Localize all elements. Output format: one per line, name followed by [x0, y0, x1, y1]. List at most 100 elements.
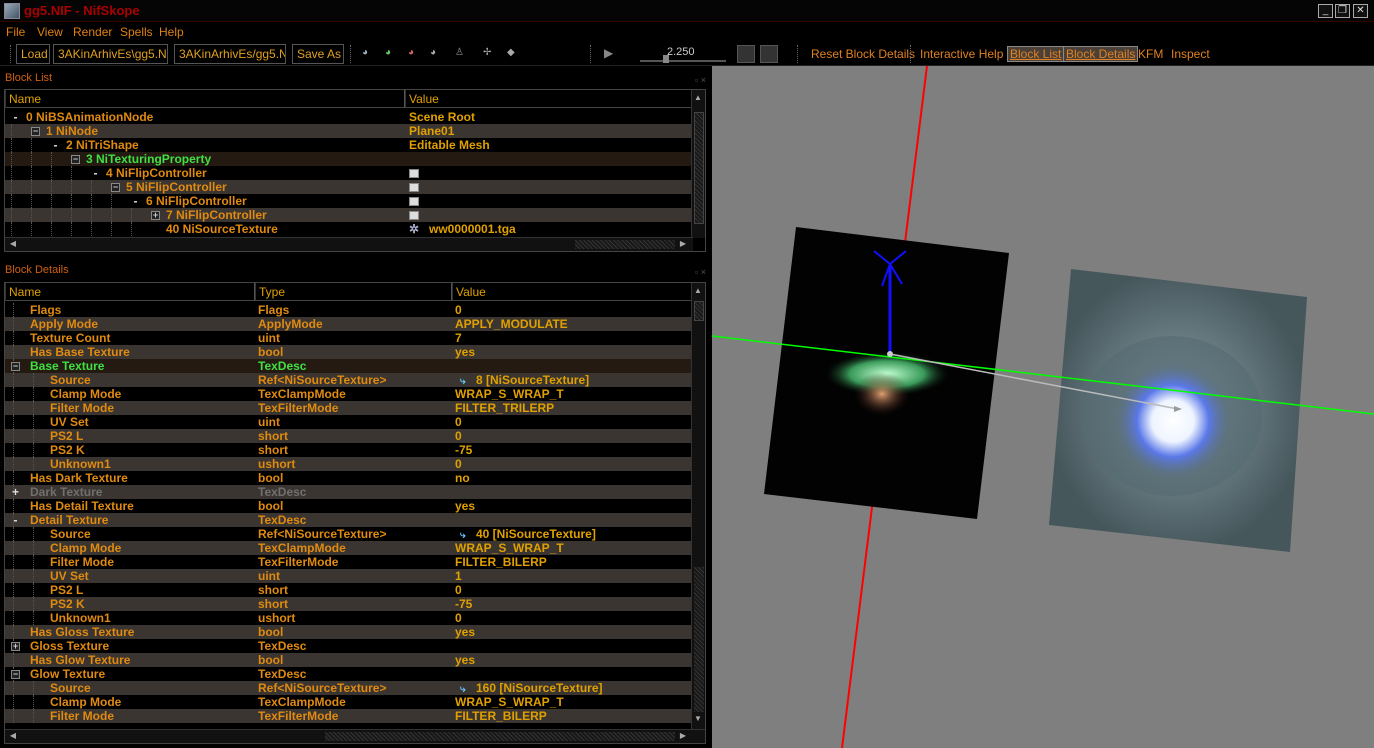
- detail-row[interactable]: Has Detail Texture bool yes: [5, 499, 693, 513]
- detail-value-cell[interactable]: [455, 513, 693, 527]
- block-list-row[interactable]: -0 NiBSAnimationNode Scene Root: [5, 110, 693, 124]
- detail-row[interactable]: UV Set uint 0: [5, 415, 693, 429]
- detail-row[interactable]: Filter Mode TexFilterMode FILTER_BILERP: [5, 709, 693, 723]
- scroll-left-icon[interactable]: ◀: [7, 238, 19, 250]
- save-as-button[interactable]: Save As: [292, 44, 344, 64]
- detail-value-cell[interactable]: 0: [455, 303, 693, 317]
- eye-white-icon[interactable]: ◕: [430, 48, 442, 58]
- detail-value-cell[interactable]: [455, 667, 693, 681]
- scroll-thumb[interactable]: [694, 301, 704, 321]
- figure-icon[interactable]: ♙: [455, 48, 467, 58]
- scroll-thumb[interactable]: [325, 732, 675, 741]
- detail-row[interactable]: Clamp Mode TexClampMode WRAP_S_WRAP_T: [5, 541, 693, 555]
- block-list-row[interactable]: 40 NiSourceTexture ✲ ww0000001.tga: [5, 222, 693, 236]
- collapse-icon[interactable]: -: [51, 138, 60, 152]
- menu-help[interactable]: Help: [159, 25, 184, 39]
- detail-value-cell[interactable]: ⤷ 160 [NiSourceTexture]: [455, 681, 693, 695]
- detail-value-cell[interactable]: 0: [455, 583, 693, 597]
- expand-icon[interactable]: +: [11, 642, 20, 652]
- loop-icon[interactable]: [737, 45, 755, 63]
- menu-view[interactable]: View: [37, 25, 63, 39]
- scroll-thumb[interactable]: [575, 240, 675, 249]
- detail-value-cell[interactable]: yes: [455, 625, 693, 639]
- load-path-field[interactable]: 3AKinArhivEs\gg5.NIF: [53, 44, 168, 64]
- scroll-thumb[interactable]: [694, 112, 704, 224]
- block-list-row[interactable]: -4 NiFlipController: [5, 166, 693, 180]
- detail-row[interactable]: Has Gloss Texture bool yes: [5, 625, 693, 639]
- close-icon[interactable]: ✕: [1353, 4, 1368, 18]
- detail-row[interactable]: Clamp Mode TexClampMode WRAP_S_WRAP_T: [5, 695, 693, 709]
- detail-row[interactable]: Filter Mode TexFilterMode FILTER_BILERP: [5, 555, 693, 569]
- collapse-icon[interactable]: -: [11, 513, 20, 527]
- detail-row[interactable]: UV Set uint 1: [5, 569, 693, 583]
- collapse-icon[interactable]: −: [11, 362, 20, 372]
- scroll-up-icon[interactable]: ▲: [692, 285, 704, 297]
- collapse-icon[interactable]: −: [31, 127, 40, 137]
- detail-row[interactable]: PS2 K short -75: [5, 443, 693, 457]
- detail-value-cell[interactable]: 0: [455, 611, 693, 625]
- collapse-icon[interactable]: −: [11, 670, 20, 680]
- detail-row[interactable]: Flags Flags 0: [5, 303, 693, 317]
- block-details-vscrollbar[interactable]: ▲ ▼: [691, 283, 705, 729]
- scroll-left-icon[interactable]: ◀: [7, 730, 19, 742]
- detail-value-cell[interactable]: ⤷ 40 [NiSourceTexture]: [455, 527, 693, 541]
- scroll-down-icon[interactable]: ▼: [692, 713, 704, 725]
- scroll-track[interactable]: [694, 567, 704, 712]
- render-viewport[interactable]: [712, 66, 1374, 748]
- reset-block-details-button[interactable]: Reset Block Details: [811, 47, 915, 61]
- inspect-button[interactable]: Inspect: [1171, 47, 1210, 61]
- column-header-name[interactable]: Name: [5, 90, 405, 108]
- scroll-right-icon[interactable]: ▶: [677, 730, 689, 742]
- detail-row[interactable]: - Detail Texture TexDesc: [5, 513, 693, 527]
- speed-slider[interactable]: [640, 60, 726, 62]
- detail-value-cell[interactable]: [455, 485, 693, 499]
- restore-icon[interactable]: ❐: [1335, 4, 1350, 18]
- dock-controls-icon[interactable]: ▫ ×: [695, 72, 706, 88]
- detail-row[interactable]: Has Glow Texture bool yes: [5, 653, 693, 667]
- dock-controls-icon[interactable]: ▫ ×: [695, 264, 706, 280]
- block-list-row[interactable]: -6 NiFlipController: [5, 194, 693, 208]
- detail-row[interactable]: PS2 K short -75: [5, 597, 693, 611]
- detail-value-cell[interactable]: -75: [455, 597, 693, 611]
- detail-value-cell[interactable]: -75: [455, 443, 693, 457]
- column-header-type[interactable]: Type: [255, 283, 452, 301]
- detail-row[interactable]: + Dark Texture TexDesc: [5, 485, 693, 499]
- detail-row[interactable]: Source Ref<NiSourceTexture> ⤷ 40 [NiSourceT…: [5, 527, 693, 541]
- detail-row[interactable]: Clamp Mode TexClampMode WRAP_S_WRAP_T: [5, 387, 693, 401]
- detail-value-cell[interactable]: WRAP_S_WRAP_T: [455, 387, 693, 401]
- detail-value-cell[interactable]: no: [455, 471, 693, 485]
- detail-value-cell[interactable]: WRAP_S_WRAP_T: [455, 541, 693, 555]
- axes-icon[interactable]: ✢: [483, 48, 495, 58]
- detail-value-cell[interactable]: [455, 639, 693, 653]
- detail-row[interactable]: Filter Mode TexFilterMode FILTER_TRILERP: [5, 401, 693, 415]
- block-list-row[interactable]: −3 NiTexturingProperty: [5, 152, 693, 166]
- menu-file[interactable]: File: [6, 25, 25, 39]
- block-list-toggle[interactable]: Block List: [1007, 46, 1065, 62]
- minimize-icon[interactable]: _: [1318, 4, 1333, 18]
- detail-row[interactable]: PS2 L short 0: [5, 583, 693, 597]
- block-list-row[interactable]: -2 NiTriShape Editable Mesh: [5, 138, 693, 152]
- detail-value-cell[interactable]: yes: [455, 653, 693, 667]
- column-header-value[interactable]: Value: [405, 90, 693, 108]
- detail-value-cell[interactable]: 0: [455, 457, 693, 471]
- block-list-vscrollbar[interactable]: ▲: [691, 90, 705, 238]
- detail-value-cell[interactable]: WRAP_S_WRAP_T: [455, 695, 693, 709]
- switch-icon[interactable]: [760, 45, 778, 63]
- detail-value-cell[interactable]: yes: [455, 499, 693, 513]
- scroll-right-icon[interactable]: ▶: [677, 238, 689, 250]
- detail-row[interactable]: Unknown1 ushort 0: [5, 457, 693, 471]
- load-button[interactable]: Load: [16, 44, 50, 64]
- detail-value-cell[interactable]: 1: [455, 569, 693, 583]
- play-icon[interactable]: ▶: [604, 47, 616, 59]
- block-list-row[interactable]: −1 NiNode Plane01: [5, 124, 693, 138]
- detail-value-cell[interactable]: APPLY_MODULATE: [455, 317, 693, 331]
- detail-value-cell[interactable]: FILTER_BILERP: [455, 555, 693, 569]
- detail-value-cell[interactable]: 0: [455, 415, 693, 429]
- speed-slider-handle[interactable]: [663, 55, 669, 63]
- column-header-value[interactable]: Value: [452, 283, 693, 301]
- detail-row[interactable]: − Base Texture TexDesc: [5, 359, 693, 373]
- save-path-field[interactable]: 3AKinArhivEs/gg5.NIF: [174, 44, 286, 64]
- block-list-row[interactable]: −5 NiFlipController: [5, 180, 693, 194]
- collapse-icon[interactable]: -: [131, 194, 140, 208]
- detail-row[interactable]: Has Base Texture bool yes: [5, 345, 693, 359]
